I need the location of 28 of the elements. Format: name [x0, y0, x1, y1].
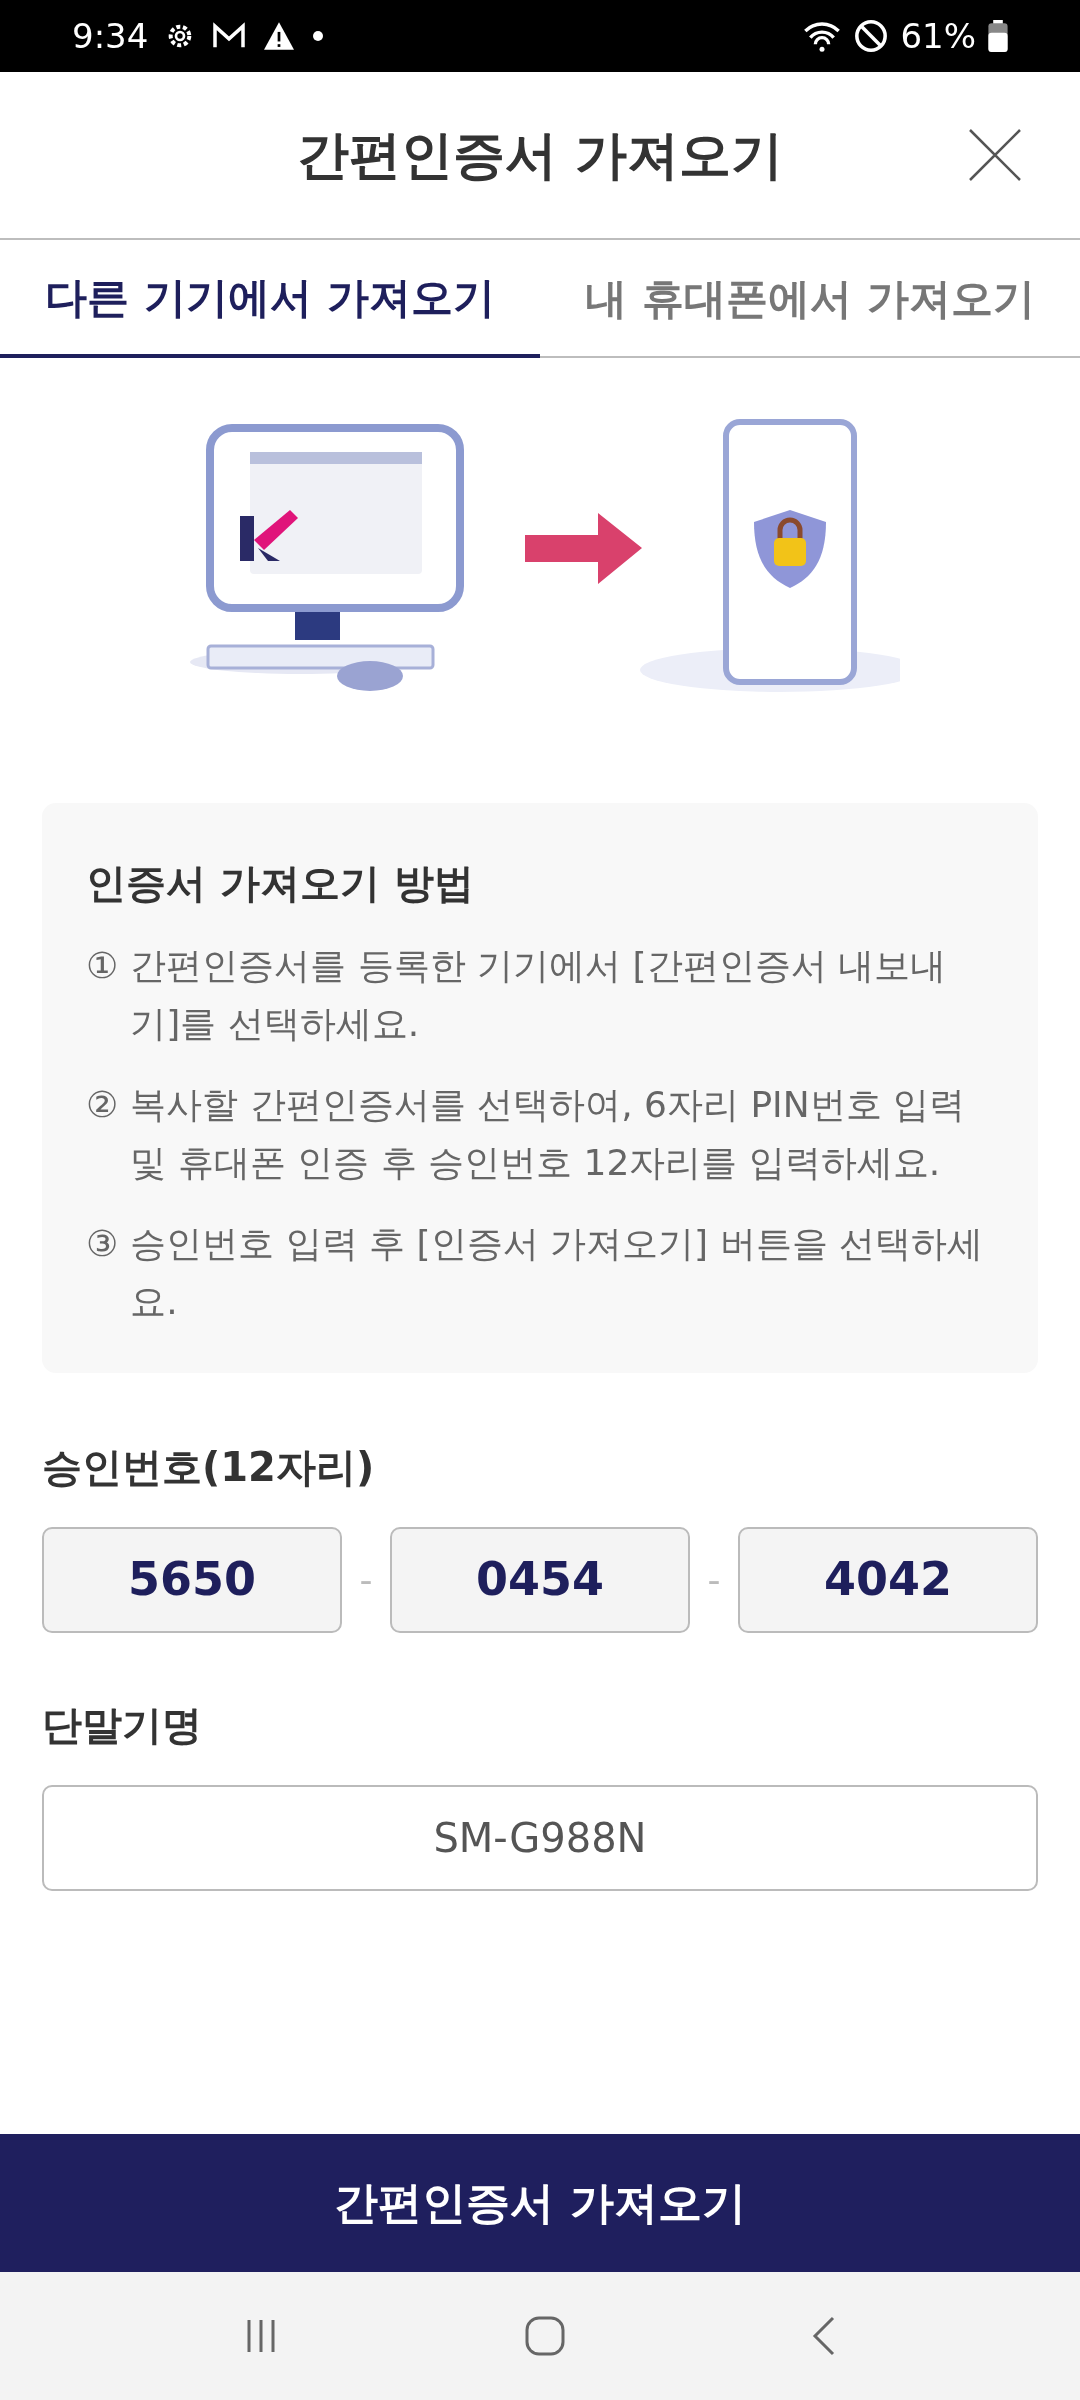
battery-percent: 61%	[900, 14, 976, 58]
warning-icon	[262, 21, 297, 51]
tab[interactable]: 다른 기기에서 가져오기	[0, 240, 540, 358]
dot-icon	[312, 30, 325, 42]
separator: -	[706, 1557, 722, 1602]
tab[interactable]: 내 휴대폰에서 가져오기	[540, 240, 1080, 356]
clock: 9:34	[72, 14, 149, 58]
screen-title: 간편인증서 가져오기	[296, 124, 784, 187]
import-certificate-button[interactable]: 간편인증서 가져오기	[0, 2134, 1080, 2272]
approval-number-label: 승인번호(12자리)	[42, 1442, 376, 1492]
step-text: 간편인증서를 등록한 기기에서 [간편인증서 내보내기]를 선택하세요.	[130, 944, 948, 1046]
close-icon[interactable]	[968, 128, 1022, 182]
step-number: ③	[86, 1222, 119, 1267]
guide-title: 인증서 가져오기 방법	[86, 859, 475, 908]
separator: -	[358, 1557, 374, 1602]
approval-number-field[interactable]: 5650	[42, 1526, 342, 1633]
device-name-field[interactable]: SM-G988N	[42, 1784, 1038, 1891]
approval-number-field[interactable]: 4042	[738, 1526, 1038, 1633]
step-text: 복사할 간편인증서를 선택하여, 6자리 PIN번호 입력 및 휴대폰 인증 후 승인번호 12자리를 입력하세요.	[130, 1083, 967, 1185]
home-icon[interactable]	[523, 2314, 567, 2358]
step-number: ②	[86, 1083, 119, 1128]
step-text: 승인번호 입력 후 [인증서 가져오기] 버튼을 선택하세요.	[130, 1222, 985, 1324]
mail-icon	[212, 22, 247, 50]
battery-icon	[988, 20, 1008, 52]
approval-number-field[interactable]: 0454	[390, 1526, 690, 1633]
do-not-disturb-icon	[854, 19, 889, 53]
device-name-label: 단말기명	[42, 1700, 203, 1750]
step-number: ①	[86, 944, 119, 988]
